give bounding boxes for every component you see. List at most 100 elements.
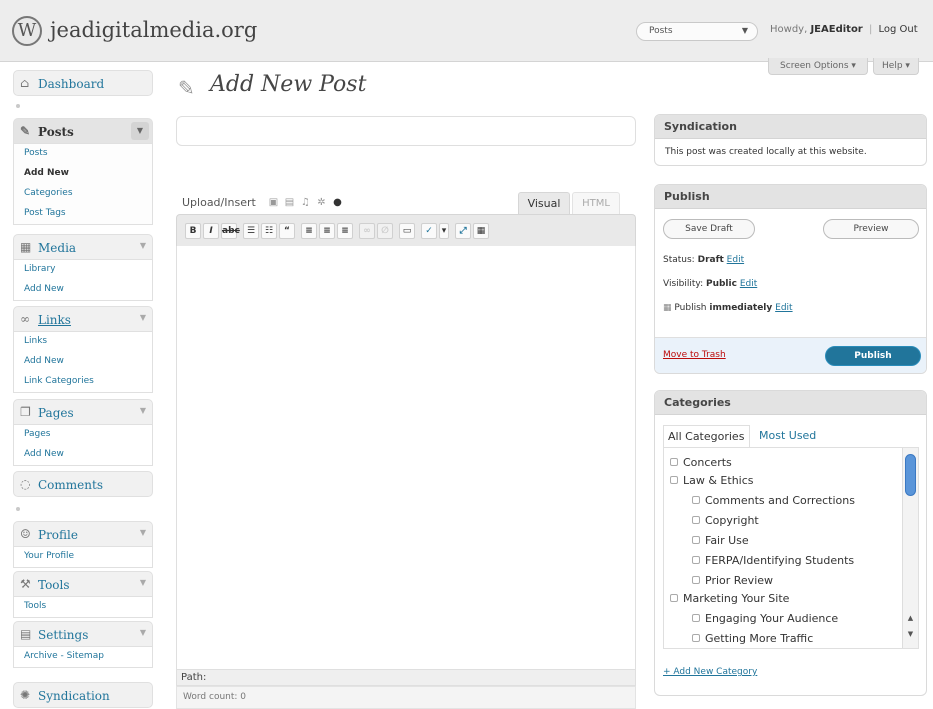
submenu-post-tags[interactable]: Post Tags bbox=[14, 204, 152, 224]
categories-box-title[interactable]: Categories bbox=[655, 391, 926, 415]
menu-settings[interactable]: ▤ Settings ▼ bbox=[13, 621, 153, 647]
tab-html[interactable]: HTML bbox=[572, 192, 620, 214]
editor-content-area[interactable] bbox=[176, 246, 636, 670]
align-center-icon[interactable]: ≡ bbox=[319, 223, 335, 239]
category-checkbox[interactable] bbox=[670, 476, 678, 484]
category-item[interactable]: Getting More Traffic bbox=[692, 632, 813, 645]
screen-options-button[interactable]: Screen Options ▾ bbox=[768, 58, 868, 75]
bulleted-list-icon[interactable]: ☰ bbox=[243, 223, 259, 239]
menu-dashboard[interactable]: ⌂ Dashboard bbox=[13, 70, 153, 96]
category-item[interactable]: Marketing Your Site bbox=[670, 592, 789, 605]
spellcheck-icon[interactable]: ✓ bbox=[421, 223, 437, 239]
add-poll-icon[interactable]: ● bbox=[332, 197, 343, 208]
submenu-add-new-post[interactable]: Add New bbox=[14, 164, 152, 184]
category-item[interactable]: Comments and Corrections bbox=[692, 494, 855, 507]
category-checkbox[interactable] bbox=[692, 516, 700, 524]
category-checkbox[interactable] bbox=[670, 594, 678, 602]
fullscreen-icon[interactable]: ⤢ bbox=[455, 223, 471, 239]
category-item[interactable]: Copyright bbox=[692, 514, 759, 527]
category-checkbox[interactable] bbox=[692, 556, 700, 564]
move-to-trash-link[interactable]: Move to Trash bbox=[663, 350, 726, 360]
menu-toggle-icon[interactable]: ▼ bbox=[140, 528, 146, 537]
chevron-down-icon[interactable]: ▾ bbox=[439, 223, 449, 239]
menu-comments[interactable]: ◌ Comments bbox=[13, 471, 153, 497]
submenu-add-new-media[interactable]: Add New bbox=[14, 280, 152, 300]
menu-toggle-icon[interactable]: ▼ bbox=[140, 406, 146, 415]
site-title[interactable]: jeadigitalmedia.org bbox=[50, 18, 257, 42]
wordpress-logo-icon[interactable]: W bbox=[12, 16, 42, 46]
submenu-add-new-page[interactable]: Add New bbox=[14, 445, 152, 465]
add-video-icon[interactable]: ▤ bbox=[284, 197, 295, 208]
menu-media[interactable]: ▦ Media ▼ bbox=[13, 234, 153, 260]
scrollbar-thumb[interactable] bbox=[905, 454, 916, 496]
add-image-icon[interactable]: ▣ bbox=[268, 197, 279, 208]
publish-button[interactable]: Publish bbox=[825, 346, 921, 366]
publish-box-title[interactable]: Publish bbox=[655, 185, 926, 209]
edit-visibility-link[interactable]: Edit bbox=[740, 279, 757, 289]
submenu-categories[interactable]: Categories bbox=[14, 184, 152, 204]
save-draft-button[interactable]: Save Draft bbox=[663, 219, 755, 239]
category-item[interactable]: Concerts bbox=[670, 456, 732, 469]
syndication-box-title[interactable]: Syndication bbox=[655, 115, 926, 139]
add-media-icon[interactable]: ✲ bbox=[316, 197, 327, 208]
submenu-pages[interactable]: Pages bbox=[14, 425, 152, 445]
menu-toggle-icon[interactable]: ▼ bbox=[140, 313, 146, 322]
add-new-category-link[interactable]: + Add New Category bbox=[663, 667, 757, 677]
category-item[interactable]: Prior Review bbox=[692, 574, 773, 587]
category-checkbox[interactable] bbox=[692, 634, 700, 642]
menu-toggle-icon[interactable]: ▼ bbox=[140, 241, 146, 250]
category-item[interactable]: Engaging Your Audience bbox=[692, 612, 838, 625]
menu-pages[interactable]: ❐ Pages ▼ bbox=[13, 399, 153, 425]
scroll-up-arrow-icon[interactable]: ▲ bbox=[905, 614, 916, 626]
menu-toggle-icon[interactable]: ▼ bbox=[131, 122, 149, 140]
edit-status-link[interactable]: Edit bbox=[727, 255, 744, 265]
category-item[interactable]: Fair Use bbox=[692, 534, 749, 547]
menu-toggle-icon[interactable]: ▼ bbox=[140, 578, 146, 587]
submenu-tools[interactable]: Tools bbox=[14, 597, 152, 617]
menu-links[interactable]: ∞ Links ▼ bbox=[13, 306, 153, 332]
submenu-posts[interactable]: Posts bbox=[14, 144, 152, 164]
scroll-down-arrow-icon[interactable]: ▼ bbox=[905, 630, 916, 642]
submenu-link-categories[interactable]: Link Categories bbox=[14, 372, 152, 392]
menu-toggle-icon[interactable]: ▼ bbox=[140, 628, 146, 637]
submenu-library[interactable]: Library bbox=[14, 260, 152, 280]
category-item[interactable]: FERPA/Identifying Students bbox=[692, 554, 854, 567]
category-checkbox[interactable] bbox=[670, 458, 678, 466]
category-checkbox[interactable] bbox=[692, 536, 700, 544]
align-left-icon[interactable]: ≡ bbox=[301, 223, 317, 239]
tab-all-categories[interactable]: All Categories bbox=[663, 425, 750, 447]
category-scrollbar[interactable]: ▲ ▼ bbox=[902, 448, 918, 648]
post-title-input[interactable] bbox=[176, 116, 636, 146]
edit-publish-time-link[interactable]: Edit bbox=[775, 303, 792, 313]
category-item[interactable]: Law & Ethics bbox=[670, 474, 754, 487]
help-button[interactable]: Help ▾ bbox=[873, 58, 919, 75]
menu-syndication[interactable]: ✺ Syndication bbox=[13, 682, 153, 708]
strikethrough-button[interactable]: abc bbox=[221, 223, 240, 239]
blockquote-icon[interactable]: “ bbox=[279, 223, 295, 239]
italic-button[interactable]: I bbox=[203, 223, 219, 239]
preview-button[interactable]: Preview bbox=[823, 219, 919, 239]
insert-link-icon[interactable]: ∞ bbox=[359, 223, 375, 239]
bold-button[interactable]: B bbox=[185, 223, 201, 239]
menu-tools[interactable]: ⚒ Tools ▼ bbox=[13, 571, 153, 597]
submenu-add-new-link[interactable]: Add New bbox=[14, 352, 152, 372]
category-checkbox[interactable] bbox=[692, 614, 700, 622]
category-checkbox[interactable] bbox=[692, 496, 700, 504]
favorite-actions-select[interactable]: Posts ▼ bbox=[636, 22, 758, 41]
kitchen-sink-icon[interactable]: ▦ bbox=[473, 223, 489, 239]
add-audio-icon[interactable]: ♫ bbox=[300, 197, 311, 208]
menu-posts[interactable]: ✎ Posts ▼ bbox=[13, 118, 153, 144]
tab-most-used[interactable]: Most Used bbox=[759, 429, 816, 442]
submenu-archive-sitemap[interactable]: Archive - Sitemap bbox=[14, 647, 152, 667]
unlink-icon[interactable]: ∅ bbox=[377, 223, 393, 239]
username-link[interactable]: JEAEditor bbox=[810, 24, 862, 35]
tab-visual[interactable]: Visual bbox=[518, 192, 570, 214]
logout-link[interactable]: Log Out bbox=[879, 24, 918, 35]
insert-more-icon[interactable]: ▭ bbox=[399, 223, 415, 239]
align-right-icon[interactable]: ≡ bbox=[337, 223, 353, 239]
submenu-your-profile[interactable]: Your Profile bbox=[14, 547, 152, 567]
submenu-links[interactable]: Links bbox=[14, 332, 152, 352]
numbered-list-icon[interactable]: ☷ bbox=[261, 223, 277, 239]
category-checkbox[interactable] bbox=[692, 576, 700, 584]
menu-profile[interactable]: ☺ Profile ▼ bbox=[13, 521, 153, 547]
